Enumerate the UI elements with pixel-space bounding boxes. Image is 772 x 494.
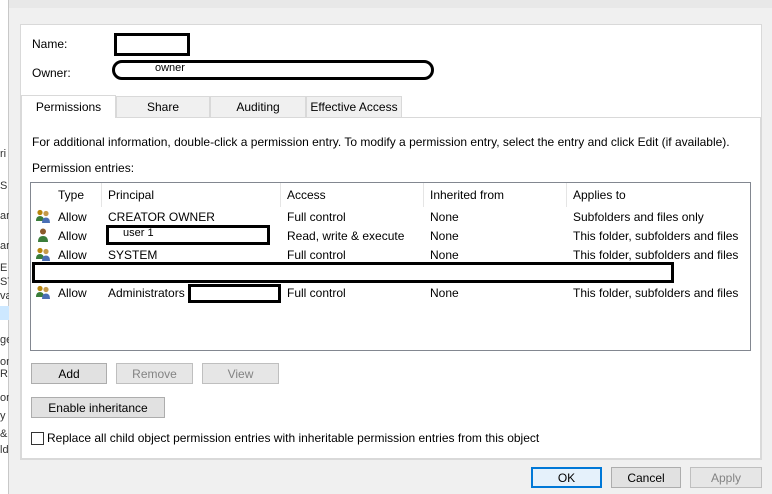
add-button[interactable]: Add — [31, 363, 107, 384]
principal-redaction — [188, 284, 281, 303]
owner-label: Owner: — [32, 66, 71, 80]
column-header-applies-to[interactable]: Applies to — [567, 183, 750, 207]
enable-inheritance-button[interactable]: Enable inheritance — [31, 397, 165, 418]
background-selection — [0, 306, 9, 320]
view-button[interactable]: View — [202, 363, 279, 384]
info-text: For additional information, double-click… — [32, 135, 730, 149]
name-redaction — [114, 33, 190, 56]
row-inherited-from: None — [430, 285, 459, 300]
row-applies-to: This folder, subfolders and files — [573, 285, 739, 300]
row-inherited-from: None — [430, 228, 459, 243]
tab-effective-access[interactable]: Effective Access — [306, 96, 402, 117]
group-users-icon — [36, 285, 50, 299]
row-principal: Administrators — [108, 285, 185, 300]
column-header-inherited-from[interactable]: Inherited from — [424, 183, 567, 207]
background-text: E — [0, 262, 8, 274]
background-text: ge — [0, 334, 9, 346]
row-type: Allow — [58, 209, 87, 224]
replace-child-permissions-label: Replace all child object permission entr… — [47, 431, 540, 445]
background-text: ar — [0, 210, 9, 222]
background-text: y — [0, 410, 6, 422]
group-users-icon — [36, 247, 50, 261]
background-text: va — [0, 290, 9, 302]
background-text: R — [0, 368, 8, 380]
row-applies-to: Subfolders and files only — [573, 209, 704, 224]
background-text: & — [0, 428, 8, 440]
row-access: Full control — [287, 285, 346, 300]
row-type: Allow — [58, 285, 87, 300]
column-header-access[interactable]: Access — [281, 183, 424, 207]
column-header-principal[interactable]: Principal — [102, 183, 281, 207]
background-text: ar — [0, 240, 9, 252]
tab-share[interactable]: Share — [116, 96, 210, 117]
row-redaction — [32, 262, 674, 283]
background-text: S — [0, 180, 8, 192]
cancel-button[interactable]: Cancel — [611, 467, 681, 488]
single-user-icon — [38, 228, 48, 242]
permission-entries-label: Permission entries: — [32, 161, 135, 175]
background-window: ri S ar ar E ST va ge on R on y & ld — [0, 0, 9, 494]
background-text: ld — [0, 444, 9, 456]
table-row[interactable]: Allow Administrators Full control None T… — [31, 283, 750, 303]
row-inherited-from: None — [430, 209, 459, 224]
column-header-type[interactable]: Type — [52, 183, 102, 207]
owner-value: owner — [155, 62, 185, 74]
tab-auditing[interactable]: Auditing — [210, 96, 306, 117]
row-principal: user 1 — [123, 226, 154, 239]
row-type: Allow — [58, 228, 87, 243]
permission-entries-list[interactable]: Type Principal Access Inherited from App… — [30, 182, 751, 351]
row-access: Full control — [287, 209, 346, 224]
background-text: on — [0, 392, 9, 404]
group-users-icon — [36, 209, 50, 223]
row-applies-to: This folder, subfolders and files — [573, 228, 739, 243]
background-text: on — [0, 356, 9, 368]
apply-button[interactable]: Apply — [690, 467, 762, 488]
row-access: Read, write & execute — [287, 228, 405, 243]
remove-button[interactable]: Remove — [116, 363, 193, 384]
background-text: ri — [0, 148, 7, 160]
replace-child-permissions-checkbox[interactable] — [31, 432, 44, 445]
background-text: ST — [0, 276, 9, 288]
ok-button[interactable]: OK — [531, 467, 602, 488]
table-row[interactable]: Allow user 1 Read, write & execute None … — [31, 225, 750, 245]
tab-permissions[interactable]: Permissions — [21, 95, 116, 118]
name-label: Name: — [32, 37, 68, 51]
dialog-top-edge — [9, 0, 772, 8]
